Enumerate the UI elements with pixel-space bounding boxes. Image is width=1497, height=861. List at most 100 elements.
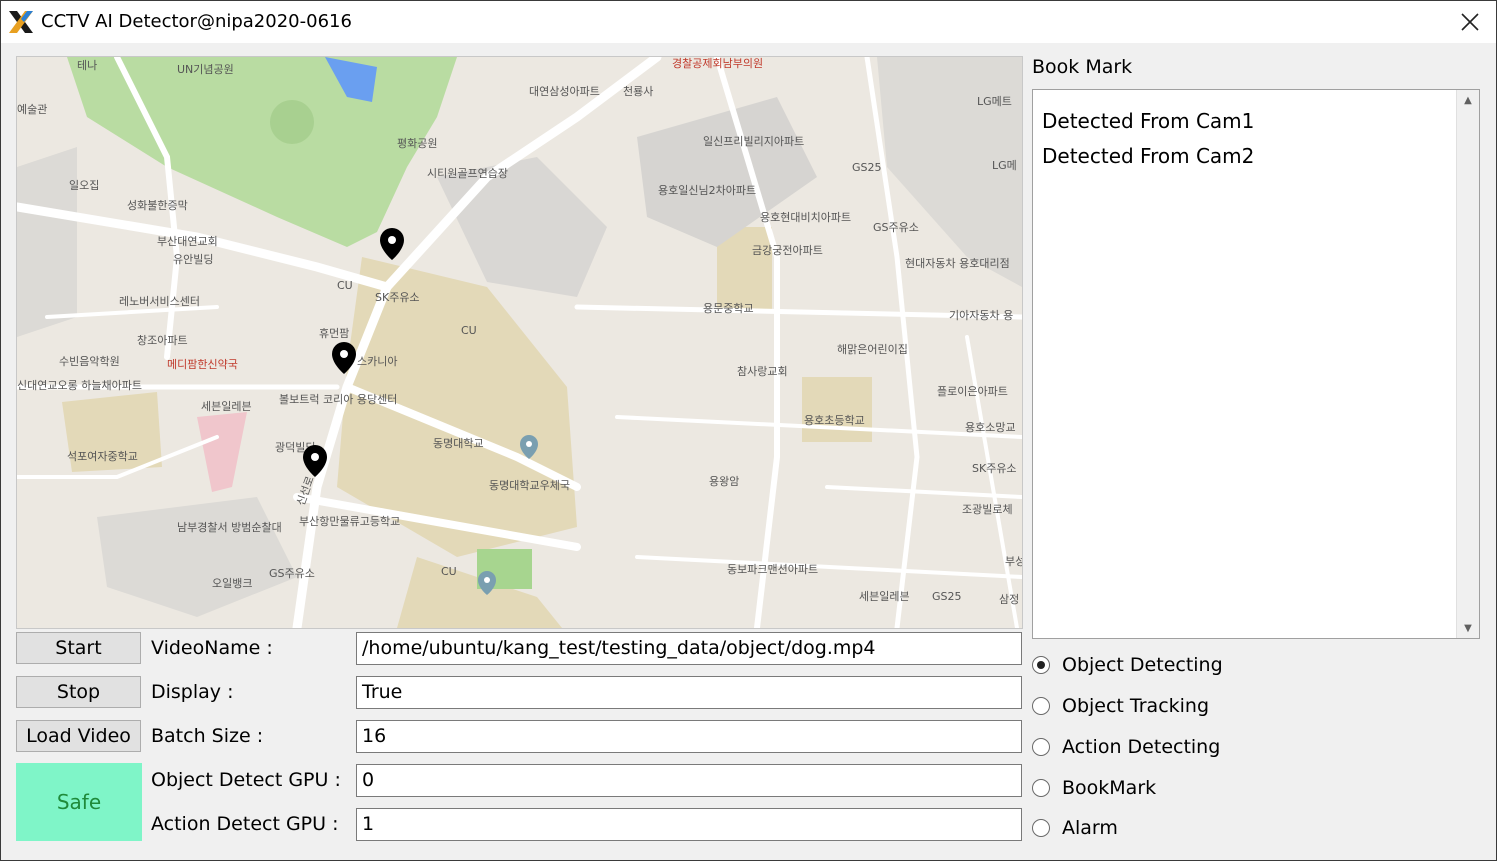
map-label: GS25 [852,161,882,174]
bookmark-scrollbar[interactable]: ▲ ▼ [1456,90,1479,638]
map-label: 동명대학교우체국 [489,479,570,492]
scroll-up-icon[interactable]: ▲ [1457,90,1479,110]
map-label: 대연삼성아파트 [529,85,600,98]
map-label: 세븐일레븐 [859,589,910,603]
map-label: 용호소망교 [965,421,1016,434]
map-label: 부산항만물류고등학교 [299,515,400,528]
mode-label: Action Detecting [1062,736,1221,758]
action-detect-gpu-field[interactable]: 1 [356,808,1022,841]
map-label: 부성 [1005,555,1022,568]
map-label: 볼보트럭 코리아 용당센터 [279,393,397,406]
map-label: 용호초등학교 [804,414,865,427]
radio-selected-dot [1037,661,1045,669]
display-field[interactable]: True [356,676,1022,709]
map-label: 용문중학교 [703,302,754,315]
map-label: 현대자동차 용호대리점 [905,257,1010,270]
map-label: 세븐일레븐 [201,399,252,413]
map-label: 일오집 [69,178,99,192]
map-label: 휴먼팜 [319,327,349,340]
map-view[interactable]: 테나 UN기념공원 경찰공제회남부의원 대연삼성아파트 천룡사 LG메트 예술관… [16,56,1023,629]
stop-button[interactable]: Stop [16,676,141,708]
map-label: LG메 [992,159,1017,172]
map-label: GS주유소 [269,567,315,580]
radio-button[interactable] [1032,656,1050,674]
app-logo-icon [9,11,33,33]
map-label: CU [337,279,353,292]
map-label: 메디팜한신약국 [167,357,238,371]
map-label: 동보파크맨션아파트 [727,563,818,576]
map-label: 플로이은아파트 [937,385,1008,398]
map-label: 신대연교오롱 하늘채아파트 [17,378,142,392]
load-video-button[interactable]: Load Video [16,720,141,752]
mode-label: Object Tracking [1062,695,1210,717]
window-title: CCTV AI Detector@nipa2020-0616 [41,11,352,32]
map-label: SK주유소 [972,462,1017,475]
object-detect-gpu-label: Object Detect GPU : [151,769,341,791]
object-detect-gpu-field[interactable]: 0 [356,764,1022,797]
map-label: 남부경찰서 방범순찰대 [177,521,282,534]
video-name-label: VideoName : [151,637,273,659]
map-label: 해맑은어린이집 [837,342,908,356]
map-label: UN기념공원 [177,63,234,76]
map-label: 금강궁전아파트 [752,244,823,257]
map-label: 천룡사 [623,84,653,98]
map-label: GS25 [932,590,962,603]
map-label: 평화공원 [397,137,437,150]
map-label: 석포여자중학교 [67,450,138,463]
radio-button[interactable] [1032,697,1050,715]
radio-button[interactable] [1032,819,1050,837]
map-label: 창조아파트 [137,334,188,347]
status-indicator: Safe [16,763,142,841]
map-label: 레노버서비스센터 [119,295,200,308]
display-label: Display : [151,681,234,703]
close-icon [1461,13,1479,31]
close-button[interactable] [1444,1,1496,43]
batch-size-label: Batch Size : [151,725,264,747]
map-label: 삼정 [999,593,1019,606]
map-label: CU [461,324,477,337]
mode-label: Object Detecting [1062,654,1223,676]
bookmark-heading: Book Mark [1032,56,1133,78]
map-label: 테나 [77,59,97,72]
map-label: 수빈음악학원 [59,355,120,368]
map-label: 스카니아 [357,355,397,368]
mode-option-alarm[interactable]: Alarm [1032,813,1118,843]
app-window: CCTV AI Detector@nipa2020-0616 테나 UN기념공원… [0,0,1497,861]
map-label: 용호현대비치아파트 [760,211,851,224]
radio-button[interactable] [1032,738,1050,756]
mode-label: BookMark [1062,777,1157,799]
map-label: 일신프리빌리지아파트 [703,134,804,148]
map-label: SK주유소 [375,291,420,304]
map-label: 부산대연교회 [157,235,218,248]
mode-option-object-detecting[interactable]: Object Detecting [1032,650,1223,680]
radio-button[interactable] [1032,779,1050,797]
video-name-field[interactable]: /home/ubuntu/kang_test/testing_data/obje… [356,632,1022,665]
mode-label: Alarm [1062,817,1118,839]
scroll-down-icon[interactable]: ▼ [1457,618,1479,638]
mode-option-bookmark[interactable]: BookMark [1032,773,1156,803]
map-label: 기아자동차 용 [949,309,1013,322]
mode-option-action-detecting[interactable]: Action Detecting [1032,732,1220,762]
map-label: 조광빌로체 [962,503,1013,516]
mode-option-object-tracking[interactable]: Object Tracking [1032,691,1209,721]
bookmark-item[interactable]: Detected From Cam1 [1042,109,1254,133]
map-label: 참사랑교회 [737,365,788,378]
map-label: LG메트 [977,95,1012,108]
map-label: CU [441,565,457,578]
map-label: 예술관 [17,103,47,116]
map-label: GS주유소 [873,221,919,234]
batch-size-field[interactable]: 16 [356,720,1022,753]
map-label: 유안빌딩 [173,253,213,266]
map-label: 성화불한증막 [127,199,188,212]
map-label: 경찰공제회남부의원 [672,57,763,70]
title-bar: CCTV AI Detector@nipa2020-0616 [1,1,1496,43]
map-label: 용왕암 [709,475,739,488]
map-label: 시티원골프연습장 [427,167,508,180]
action-detect-gpu-label: Action Detect GPU : [151,813,339,835]
map-label: 동명대학교 [433,437,484,450]
map-label: 용호일신님2차아파트 [658,183,756,197]
bookmark-list[interactable]: Detected From Cam1 Detected From Cam2 ▲ … [1032,89,1480,639]
start-button[interactable]: Start [16,632,141,664]
bookmark-item[interactable]: Detected From Cam2 [1042,144,1254,168]
map-label: 오일뱅크 [212,576,252,590]
